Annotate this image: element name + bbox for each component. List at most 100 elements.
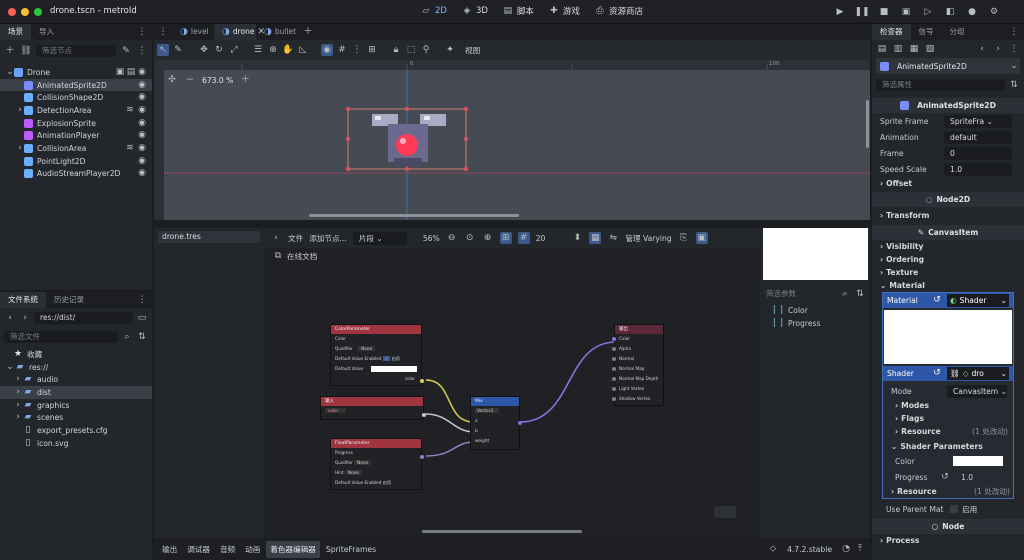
- tab-history[interactable]: 历史记录: [46, 292, 92, 308]
- object-history-icon[interactable]: ⋮: [1008, 43, 1020, 55]
- scale-tool-icon[interactable]: ⤢: [228, 44, 240, 56]
- visibility-eye-icon[interactable]: ◉: [136, 117, 148, 129]
- output-port-dot[interactable]: [612, 337, 616, 341]
- skeleton-icon[interactable]: ✦: [444, 44, 456, 56]
- shader-progress-value[interactable]: 1.0: [961, 473, 973, 482]
- tree-item-audiostreamplayer2d[interactable]: AudioStreamPlayer2D ◉: [0, 168, 152, 181]
- expand-arrow-icon[interactable]: ›: [14, 399, 22, 411]
- tree-item-explosionsprite[interactable]: ExplosionSprite ◉: [0, 117, 152, 130]
- tab-scene[interactable]: 场景: [0, 24, 31, 40]
- settings-icon[interactable]: ⚙: [988, 6, 1000, 18]
- grid-options-icon[interactable]: ⊞: [366, 44, 378, 56]
- expand-arrow-icon[interactable]: ›: [16, 142, 24, 154]
- params-menu-icon[interactable]: ⇅: [854, 288, 866, 300]
- scene-filter-input[interactable]: 筛选节点: [36, 45, 116, 57]
- fs-item-audio[interactable]: › ▰ audio: [0, 373, 152, 386]
- history-forward-icon[interactable]: ›: [992, 43, 1004, 55]
- fs-filter-input[interactable]: 筛选文件: [4, 331, 118, 343]
- ruler-tool-icon[interactable]: ◺: [297, 44, 309, 56]
- expand-arrow-icon[interactable]: ⌄: [6, 66, 14, 78]
- link-icon[interactable]: ⛓: [20, 45, 32, 57]
- float-parameter-node[interactable]: FloatParameter Progress Qualifier None H…: [330, 438, 424, 490]
- maximize-window-button[interactable]: [34, 8, 42, 16]
- scene-tabs-menu-icon[interactable]: ⋮: [157, 26, 169, 38]
- expand-panel-icon[interactable]: ⤒: [854, 543, 866, 555]
- visibility-eye-icon[interactable]: ◉: [136, 155, 148, 167]
- revert-icon[interactable]: ↺: [931, 368, 943, 380]
- expand-arrow-icon[interactable]: ›: [14, 412, 22, 424]
- stop-icon[interactable]: ■: [878, 6, 890, 18]
- revert-icon[interactable]: ↺: [939, 471, 951, 483]
- output-port-dot[interactable]: [612, 347, 616, 351]
- expand-arrow-icon[interactable]: ›: [14, 374, 22, 386]
- expand-arrow-icon[interactable]: [16, 168, 24, 180]
- default-color-swatch[interactable]: [371, 366, 417, 372]
- remote-debug-icon[interactable]: ▣: [900, 6, 912, 18]
- expand-arrow-icon[interactable]: ›: [14, 386, 22, 398]
- expand-arrow-icon[interactable]: [16, 155, 24, 167]
- input-node[interactable]: 输入 color: [320, 396, 426, 420]
- new-resource-icon[interactable]: ▤: [876, 43, 888, 55]
- tab-signals[interactable]: 信号: [911, 24, 942, 40]
- section-resource[interactable]: › Resource (1 处改动): [887, 425, 1011, 438]
- output-node[interactable]: 输出 Color Alpha Normal Normal Map Normal Map …: [612, 324, 664, 406]
- mix-node[interactable]: Mix Vector3 a b weight: [470, 396, 522, 450]
- animation-value[interactable]: default: [944, 130, 1012, 144]
- move-tool-icon[interactable]: ✥: [198, 44, 210, 56]
- play-icon[interactable]: ▶: [834, 6, 846, 18]
- visibility-eye-icon[interactable]: ◉: [136, 92, 148, 104]
- visibility-eye-icon[interactable]: ◉: [136, 168, 148, 180]
- visibility-eye-icon[interactable]: ◉: [136, 142, 148, 154]
- fs-item-export-presets-cfg[interactable]: ▯ export_presets.cfg: [0, 424, 152, 437]
- pivot-tool-icon[interactable]: ⊕: [267, 44, 279, 56]
- bottom-tab-4[interactable]: 着色器编辑器: [266, 540, 320, 558]
- canvas-viewport[interactable]: ✣ − 673.0 % ＋ 0 100: [154, 40, 870, 220]
- main-script-button[interactable]: ▤ 脚本: [502, 5, 534, 17]
- select-tool-icon[interactable]: ↖: [157, 44, 169, 56]
- hint-select[interactable]: None: [344, 470, 362, 475]
- play-custom-icon[interactable]: ◧: [944, 6, 956, 18]
- inspected-object-select[interactable]: AnimatedSprite2D ⌄: [876, 58, 1020, 74]
- revert-icon[interactable]: ↺: [931, 295, 943, 307]
- section-offset[interactable]: › Offset: [872, 177, 1024, 190]
- use-parent-checkbox[interactable]: [950, 505, 958, 513]
- material-value[interactable]: ◐ Shader ⌄: [947, 294, 1009, 307]
- visibility-eye-icon[interactable]: ◉: [136, 66, 148, 78]
- forward-icon[interactable]: ›: [19, 312, 31, 324]
- property-filter-input[interactable]: 筛选属性: [876, 79, 1005, 91]
- tab-inspector[interactable]: 检查器: [872, 24, 911, 40]
- tree-item-pointlight2d[interactable]: PointLight2D ◉: [0, 155, 152, 168]
- sort-icon[interactable]: ⇅: [136, 331, 148, 343]
- section-resource-2[interactable]: › Resource (1 处改动): [883, 485, 1013, 498]
- bottom-tab-2[interactable]: 音频: [216, 541, 239, 558]
- mode-select[interactable]: CanvasItem ⌄: [947, 384, 1007, 398]
- tree-item-collisionarea[interactable]: › CollisionArea ≋ ◉: [0, 142, 152, 155]
- params-filter-input[interactable]: 筛选参数: [764, 288, 836, 300]
- tree-item-animatedsprite2d[interactable]: AnimatedSprite2D ◉: [0, 78, 152, 92]
- expand-arrow-icon[interactable]: [16, 79, 24, 91]
- main-3d-button[interactable]: ◈ 3D: [461, 5, 487, 17]
- movie-icon[interactable]: ●: [966, 6, 978, 18]
- tree-item-collisionshape2d[interactable]: CollisionShape2D ◉: [0, 91, 152, 104]
- float-output-dot[interactable]: [420, 455, 424, 459]
- shader-file-item[interactable]: drone.tres: [158, 231, 260, 243]
- load-resource-icon[interactable]: ▥: [892, 43, 904, 55]
- list-select-icon[interactable]: ☰: [252, 44, 264, 56]
- inspector-menu-icon[interactable]: ⋮: [1008, 24, 1020, 40]
- expand-arrow-icon[interactable]: [16, 130, 24, 142]
- fs-item-icon-svg[interactable]: ▯ icon.svg: [0, 437, 152, 450]
- fs-item-graphics[interactable]: › ▰ graphics: [0, 399, 152, 412]
- section-modes[interactable]: › Modes: [887, 399, 1011, 412]
- tree-item-detectionarea[interactable]: › DetectionArea ≋ ◉: [0, 104, 152, 117]
- expand-arrow-icon[interactable]: ⌄: [6, 361, 14, 373]
- bottom-tab-5[interactable]: SpriteFrames: [322, 542, 380, 557]
- add-node-icon[interactable]: ＋: [4, 45, 16, 57]
- visibility-eye-icon[interactable]: ◉: [136, 130, 148, 142]
- param-item-progress[interactable]: ❘❘ Progress: [760, 317, 870, 330]
- grid-snap-icon[interactable]: #: [336, 44, 348, 56]
- favorites-item[interactable]: ★ 收藏: [0, 348, 152, 361]
- expand-arrow-icon[interactable]: ›: [16, 104, 24, 116]
- qualifier-select[interactable]: None: [358, 346, 376, 351]
- frame-value[interactable]: 0: [944, 146, 1012, 160]
- float-qualifier-select[interactable]: None: [354, 460, 372, 465]
